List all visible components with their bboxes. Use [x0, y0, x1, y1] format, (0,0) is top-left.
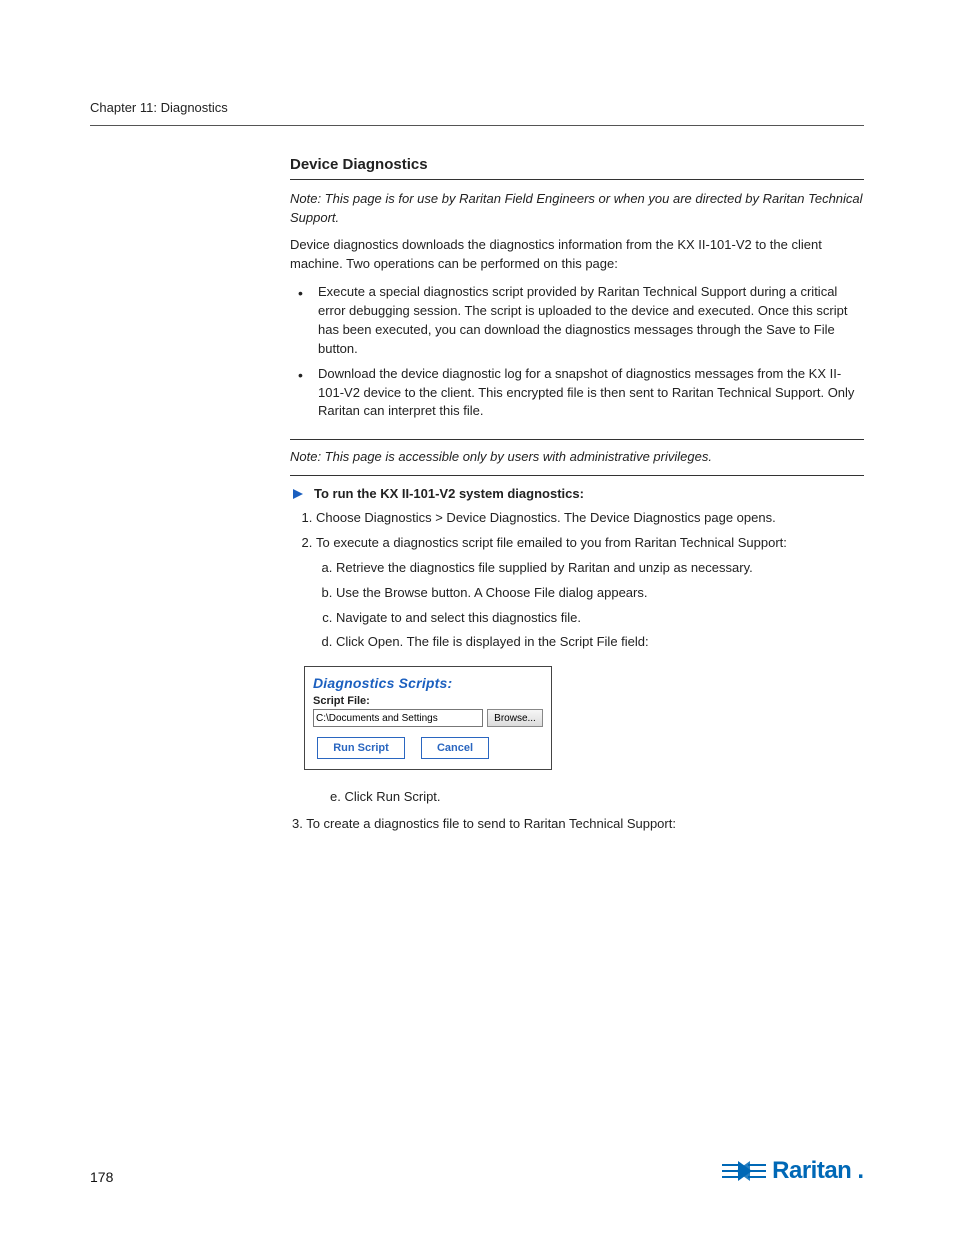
script-file-label: Script File: [313, 695, 543, 707]
chapter-header: Chapter 11: Diagnostics [90, 100, 864, 115]
substep-b: Use the Browse button. A Choose File dia… [336, 584, 864, 603]
brand-logo: Raritan. [722, 1157, 864, 1185]
substep-d: Click Open. The file is displayed in the… [336, 633, 864, 652]
step-1: Choose Diagnostics > Device Diagnostics.… [316, 509, 864, 528]
step-3: 3. To create a diagnostics file to send … [290, 815, 864, 834]
section-title-device-diagnostics: Device Diagnostics [290, 156, 864, 180]
content-column: Device Diagnostics Note: This page is fo… [290, 156, 864, 834]
brand-dot: . [857, 1157, 864, 1185]
raritan-icon [722, 1159, 766, 1183]
step-2-text: To execute a diagnostics script file ema… [316, 535, 787, 550]
substep-a: Retrieve the diagnostics file supplied b… [336, 559, 864, 578]
browse-button[interactable]: Browse... [487, 709, 543, 727]
list-item: Download the device diagnostic log for a… [290, 365, 864, 422]
substeps-list: Retrieve the diagnostics file supplied b… [316, 559, 864, 652]
diagnostics-scripts-dialog: Diagnostics Scripts: Script File: Browse… [304, 666, 552, 770]
triangle-icon [292, 488, 304, 503]
page-footer: 178 Raritan. [90, 1157, 864, 1185]
steps-lead-text: To run the KX II-101-V2 system diagnosti… [314, 486, 584, 501]
header-rule [90, 125, 864, 126]
document-page: Chapter 11: Diagnostics Device Diagnosti… [0, 0, 954, 1235]
substep-e: e. Click Run Script. [290, 788, 864, 807]
run-script-button[interactable]: Run Script [317, 737, 405, 759]
script-file-row: Browse... [313, 709, 543, 727]
note-admin-only: Note: This page is accessible only by us… [290, 439, 864, 476]
brand-text: Raritan [772, 1157, 851, 1185]
list-item: Execute a special diagnostics script pro… [290, 283, 864, 358]
substep-c: Navigate to and select this diagnostics … [336, 609, 864, 628]
cancel-button[interactable]: Cancel [421, 737, 489, 759]
note-field-engineers: Note: This page is for use by Raritan Fi… [290, 190, 864, 228]
script-file-input[interactable] [313, 709, 483, 727]
intro-paragraph: Device diagnostics downloads the diagnos… [290, 236, 864, 274]
page-number: 178 [90, 1169, 113, 1185]
dialog-title: Diagnostics Scripts: [313, 675, 543, 691]
steps-lead: To run the KX II-101-V2 system diagnosti… [290, 486, 864, 501]
dialog-button-row: Run Script Cancel [313, 737, 543, 759]
operations-list: Execute a special diagnostics script pro… [290, 283, 864, 421]
step-2: To execute a diagnostics script file ema… [316, 534, 864, 652]
steps-ordered-list: Choose Diagnostics > Device Diagnostics.… [290, 509, 864, 652]
